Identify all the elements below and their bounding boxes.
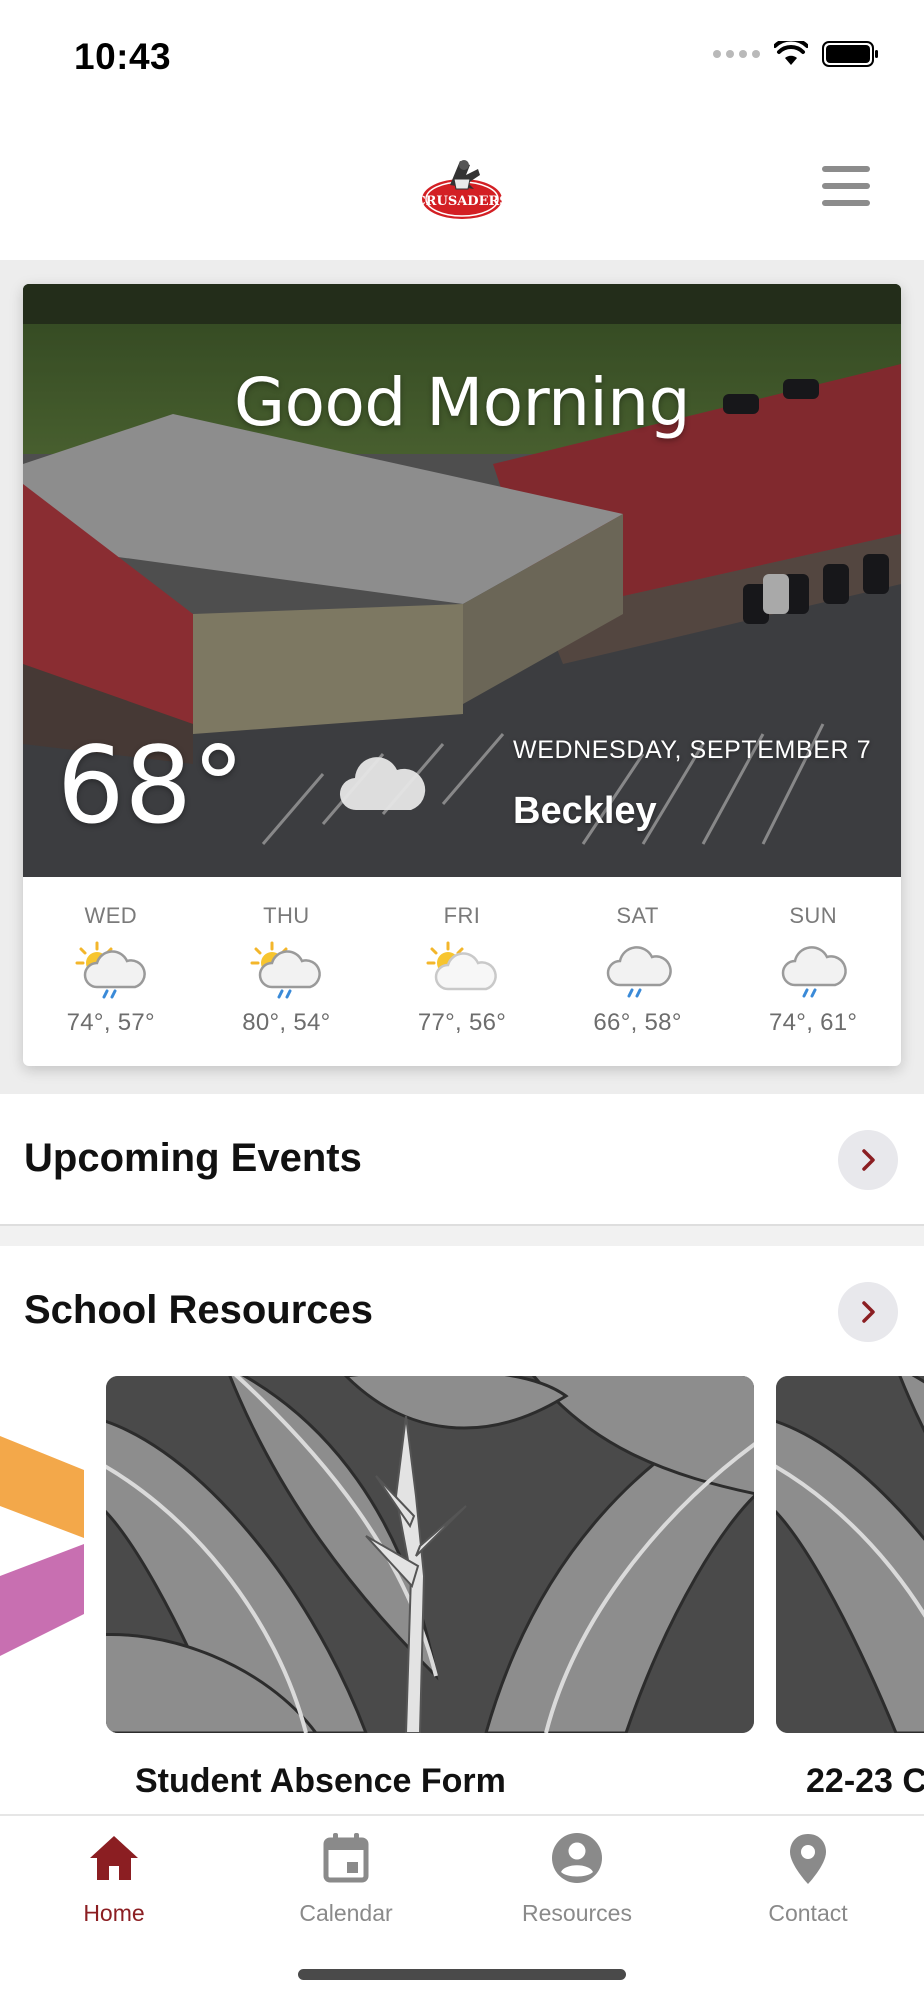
forecast-day-name: SUN <box>789 903 837 928</box>
calendar-icon <box>323 1833 369 1883</box>
date-label: WEDNESDAY, SEPTEMBER 7 <box>513 736 872 764</box>
school-resources-section[interactable]: School Resources <box>0 1246 924 1376</box>
resource-card[interactable] <box>776 1376 924 1733</box>
upcoming-events-title: Upcoming Events <box>24 1136 362 1180</box>
tab-label: Home <box>83 1900 145 1926</box>
menu-button[interactable] <box>822 166 876 206</box>
resource-title[interactable]: Student Absence Form <box>135 1762 506 1801</box>
status-icons <box>713 40 880 68</box>
section-divider <box>0 1224 924 1246</box>
forecast-day: THU 80°, 54° <box>199 877 375 1066</box>
tab-label: Calendar <box>299 1900 393 1926</box>
home-indicator[interactable] <box>298 1969 626 1980</box>
city-label: Beckley <box>513 790 657 832</box>
tab-calendar[interactable]: Calendar <box>246 1830 446 1927</box>
forecast-temps: 77°, 56° <box>417 1009 507 1036</box>
forecast-day-name: WED <box>84 903 138 928</box>
tab-home[interactable]: Home <box>14 1830 214 1927</box>
account-circle-icon <box>552 1833 602 1883</box>
cloud-rain-icon <box>781 946 847 998</box>
weather-hero: Good Morning 68° WEDNESDAY, SEPTEMBER 7 … <box>23 284 901 877</box>
tab-resources[interactable]: Resources <box>477 1830 677 1927</box>
current-temperature: 68° <box>57 724 245 847</box>
status-time: 10:43 <box>74 36 172 77</box>
forecast-row: WED 74°, 57° THU 80°, 54° FRI 77°, 56° S… <box>23 877 901 1066</box>
forecast-day-name: SAT <box>616 903 659 928</box>
upcoming-events-chevron-button[interactable] <box>838 1130 898 1190</box>
chevron-right-icon <box>862 1149 875 1171</box>
cloud-rain-icon <box>606 946 672 998</box>
tab-contact[interactable]: Contact <box>708 1830 908 1927</box>
forecast-temps: 80°, 54° <box>242 1009 331 1036</box>
weather-card[interactable]: Good Morning 68° WEDNESDAY, SEPTEMBER 7 … <box>23 284 901 1066</box>
forecast-day: WED 74°, 57° <box>23 877 199 1066</box>
forecast-temps: 74°, 57° <box>66 1009 155 1036</box>
forecast-day: FRI 77°, 56° <box>374 877 550 1066</box>
leaves-photo <box>106 1376 754 1733</box>
partly-sunny-icon <box>426 941 497 991</box>
wifi-icon <box>774 41 808 65</box>
forecast-temps: 66°, 58° <box>593 1009 682 1036</box>
cloud-icon <box>339 757 426 811</box>
school-resources-chevron-button[interactable] <box>838 1282 898 1342</box>
forecast-temps: 74°, 61° <box>769 1009 858 1036</box>
home-icon <box>90 1836 138 1880</box>
resource-card[interactable] <box>106 1376 754 1733</box>
resources-carousel[interactable]: Student Absence Form 22-23 C <box>0 1376 924 1816</box>
partly-sunny-rain-icon <box>250 941 322 999</box>
forecast-day: SAT 66°, 58° <box>550 877 726 1066</box>
leaves-photo <box>776 1376 924 1733</box>
previous-card-graphic <box>0 1436 84 1656</box>
forecast-day-name: FRI <box>443 903 481 928</box>
resource-title[interactable]: 22-23 C <box>806 1762 924 1801</box>
tab-label: Contact <box>768 1900 848 1926</box>
chevron-right-icon <box>862 1301 875 1323</box>
status-bar: 10:43 <box>0 0 924 120</box>
greeting: Good Morning <box>234 364 690 441</box>
partly-sunny-rain-icon <box>75 941 146 999</box>
cellular-signal-icon <box>713 50 760 58</box>
svg-text:CRUSADERS: CRUSADERS <box>420 194 504 209</box>
forecast-day-name: THU <box>263 903 310 928</box>
tab-label: Resources <box>522 1900 632 1926</box>
school-resources-title: School Resources <box>24 1288 374 1332</box>
battery-icon <box>822 41 878 67</box>
location-pin-icon <box>790 1834 826 1884</box>
forecast-day: SUN 74°, 61° <box>725 877 901 1066</box>
app-header: CRUSADERS <box>0 120 924 260</box>
crusaders-logo: CRUSADERS <box>420 160 504 219</box>
upcoming-events-section[interactable]: Upcoming Events <box>0 1094 924 1224</box>
